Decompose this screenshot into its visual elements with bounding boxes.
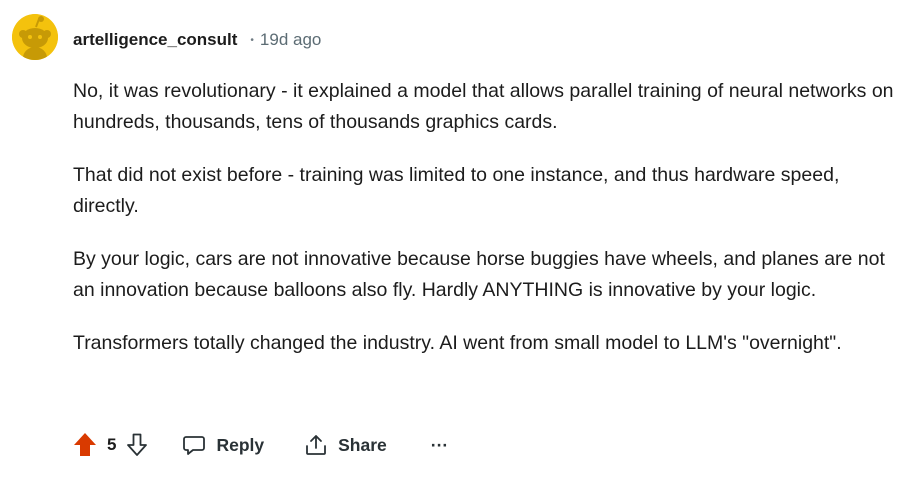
overflow-dots-icon: ··· [430,434,449,455]
comment-action-bar: 5 Reply Share ··· [72,430,448,460]
reply-button[interactable]: Reply [182,433,264,457]
comment-paragraph: By your logic, cars are not innovative b… [73,248,885,301]
comment-author[interactable]: artelligence_consult [73,30,237,50]
share-button[interactable]: Share [304,433,387,457]
comment-paragraph: That did not exist before - training was… [73,164,840,217]
reply-label: Reply [216,434,265,455]
share-label: Share [338,434,387,455]
speech-bubble-icon [182,433,206,457]
more-options-button[interactable]: ··· [431,435,448,456]
vote-group: 5 [72,431,149,459]
share-icon [304,433,328,457]
upvote-arrow-icon[interactable] [72,431,98,459]
comment-body: No, it was revolutionary - it explained … [73,76,903,381]
downvote-arrow-icon[interactable] [125,431,149,459]
comment-paragraph: No, it was revolutionary - it explained … [73,80,894,133]
comment-header: artelligence_consult • 19d ago [73,30,321,50]
avatar[interactable] [12,14,58,60]
comment-timestamp[interactable]: 19d ago [260,30,321,50]
vote-score: 5 [107,435,117,454]
meta-separator: • [250,34,254,46]
reddit-snoo-avatar-icon [12,14,58,60]
comment-paragraph: Transformers totally changed the industr… [73,332,842,354]
